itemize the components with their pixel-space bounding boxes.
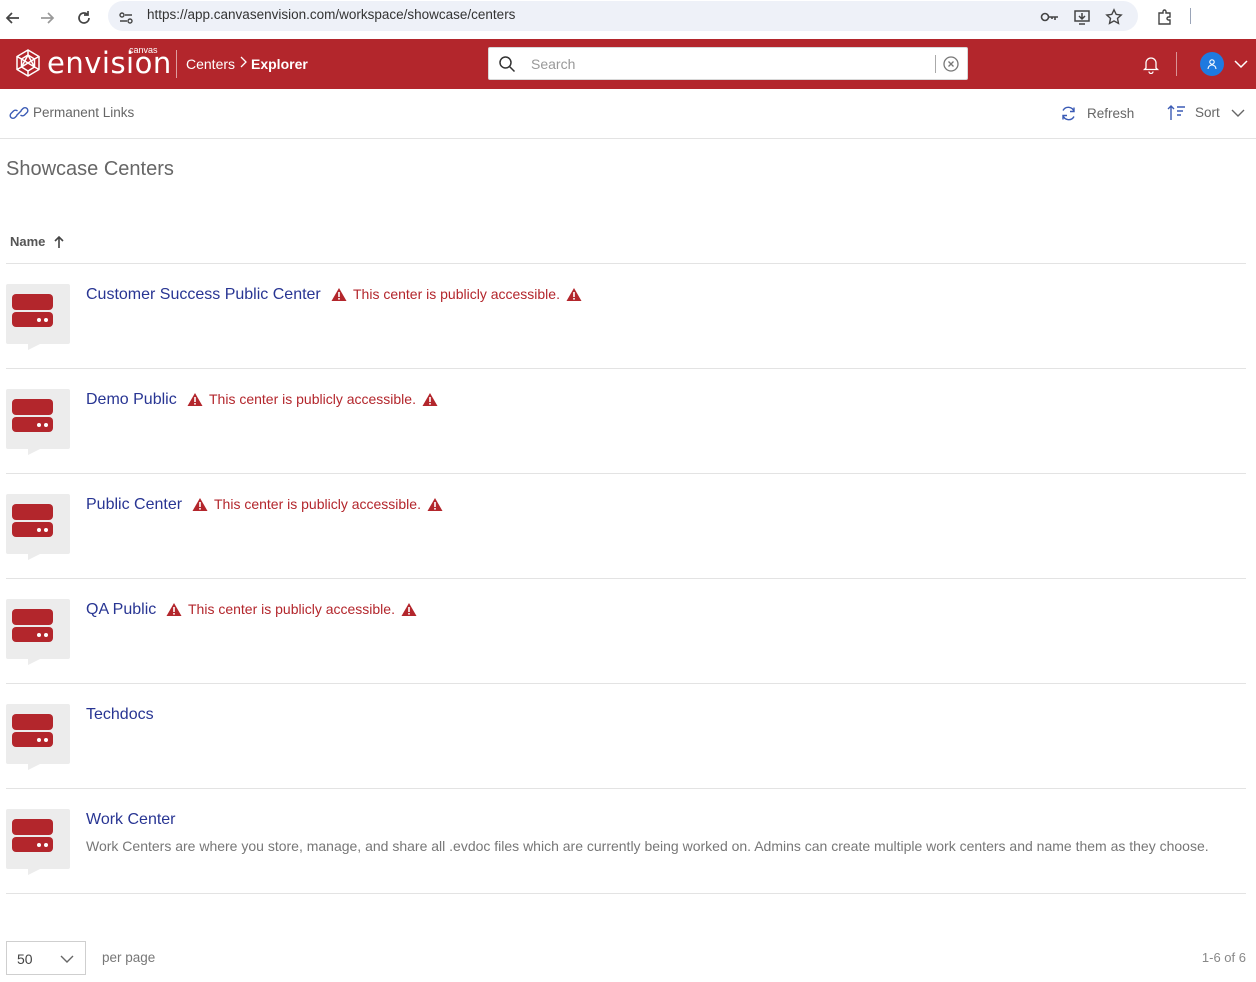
warning-triangle-icon: [422, 392, 438, 406]
page-toolbar: Permanent Links Refresh Sort: [0, 89, 1256, 139]
per-page-chevron-down-icon: [60, 955, 74, 963]
result-range: 1-6 of 6: [1201, 950, 1246, 965]
sort-chevron-down-icon: [1231, 109, 1245, 117]
site-settings-icon[interactable]: [113, 5, 139, 31]
center-row[interactable]: QA Public This center is publicly accessi…: [6, 579, 1246, 684]
clear-search-icon[interactable]: [942, 55, 960, 73]
permanent-links-label: Permanent Links: [33, 105, 135, 120]
center-tile-icon: [6, 389, 70, 455]
permanent-links-button[interactable]: Permanent Links: [9, 105, 134, 120]
extensions-puzzle-icon[interactable]: [1153, 5, 1177, 29]
name-column-label: Name: [10, 234, 46, 249]
public-warning-text: This center is publicly accessible.: [209, 391, 416, 407]
center-row[interactable]: Public Center This center is publicly acc…: [6, 474, 1246, 579]
center-row[interactable]: Work Center Work Centers are where you st…: [6, 789, 1246, 894]
warning-triangle-icon: [331, 287, 347, 301]
center-tile-icon: [6, 599, 70, 665]
refresh-button[interactable]: Refresh: [1060, 105, 1134, 122]
name-column-header[interactable]: Name: [10, 234, 65, 249]
center-name-link[interactable]: Public Center: [86, 496, 182, 514]
warning-triangle-icon: [427, 497, 443, 511]
center-row[interactable]: Techdocs: [6, 684, 1246, 789]
center-tile-icon: [6, 494, 70, 560]
warning-triangle-icon: [187, 392, 203, 406]
per-page-value: 50: [17, 951, 33, 967]
url-text[interactable]: https://app.canvasenvision.com/workspace…: [147, 7, 515, 22]
sort-button[interactable]: Sort: [1167, 104, 1246, 121]
warning-triangle-icon: [166, 602, 182, 616]
refresh-label: Refresh: [1087, 106, 1135, 121]
sort-ascending-arrow-icon: [54, 235, 64, 248]
public-warning: This center is publicly accessible.: [166, 601, 417, 617]
search-input[interactable]: [531, 54, 911, 74]
envision-logo-icon[interactable]: [13, 48, 43, 78]
brand-name[interactable]: envision: [47, 46, 172, 80]
warning-triangle-icon: [192, 497, 208, 511]
breadcrumb-chevron-icon: [238, 55, 248, 72]
notifications-bell-icon[interactable]: [1141, 54, 1161, 74]
app-header: canvas envision Centers Explorer: [0, 39, 1256, 89]
public-warning: This center is publicly accessible.: [192, 496, 443, 512]
sort-icon: [1167, 105, 1185, 120]
link-icon: [9, 106, 29, 119]
per-page-select[interactable]: 50: [6, 941, 86, 975]
public-warning-text: This center is publicly accessible.: [188, 601, 395, 617]
center-row[interactable]: Customer Success Public Center This cente…: [6, 264, 1246, 369]
public-warning: This center is publicly accessible.: [187, 391, 438, 407]
user-avatar[interactable]: [1200, 52, 1224, 76]
center-tile-icon: [6, 284, 70, 350]
public-warning-text: This center is publicly accessible.: [214, 496, 421, 512]
center-name-link[interactable]: Work Center: [86, 811, 176, 829]
center-tile-icon: [6, 809, 70, 875]
forward-arrow-icon[interactable]: [34, 5, 60, 31]
browser-divider: [1190, 8, 1191, 24]
header-divider-right: [1176, 52, 1177, 76]
refresh-icon: [1062, 106, 1075, 121]
reload-icon[interactable]: [71, 5, 97, 31]
browser-toolbar: https://app.canvasenvision.com/workspace…: [0, 0, 1256, 38]
back-arrow-icon[interactable]: [0, 5, 26, 31]
install-app-icon[interactable]: [1070, 5, 1094, 29]
center-row[interactable]: Demo Public This center is publicly acces…: [6, 369, 1246, 474]
sort-label: Sort: [1195, 105, 1220, 120]
center-name-link[interactable]: Techdocs: [86, 706, 154, 724]
center-name-link[interactable]: QA Public: [86, 601, 156, 619]
warning-triangle-icon: [566, 287, 582, 301]
user-menu-chevron-icon[interactable]: [1232, 56, 1250, 72]
page-title: Showcase Centers: [6, 158, 174, 180]
warning-triangle-icon: [401, 602, 417, 616]
center-name-link[interactable]: Customer Success Public Center: [86, 286, 321, 304]
user-icon: [1207, 59, 1217, 70]
center-tile-icon: [6, 704, 70, 770]
breadcrumb-centers[interactable]: Centers: [186, 56, 235, 72]
key-icon[interactable]: [1038, 5, 1062, 29]
per-page-label: per page: [102, 950, 156, 965]
search-box[interactable]: [488, 47, 968, 80]
center-description: Work Centers are where you store, manage…: [86, 838, 1209, 854]
search-clear-divider: [935, 55, 936, 73]
breadcrumb-explorer: Explorer: [251, 56, 308, 72]
center-name-link[interactable]: Demo Public: [86, 391, 177, 409]
public-warning: This center is publicly accessible.: [331, 286, 582, 302]
bookmark-star-icon[interactable]: [1102, 5, 1126, 29]
header-divider: [176, 50, 177, 78]
search-icon: [499, 56, 516, 73]
public-warning-text: This center is publicly accessible.: [353, 286, 560, 302]
